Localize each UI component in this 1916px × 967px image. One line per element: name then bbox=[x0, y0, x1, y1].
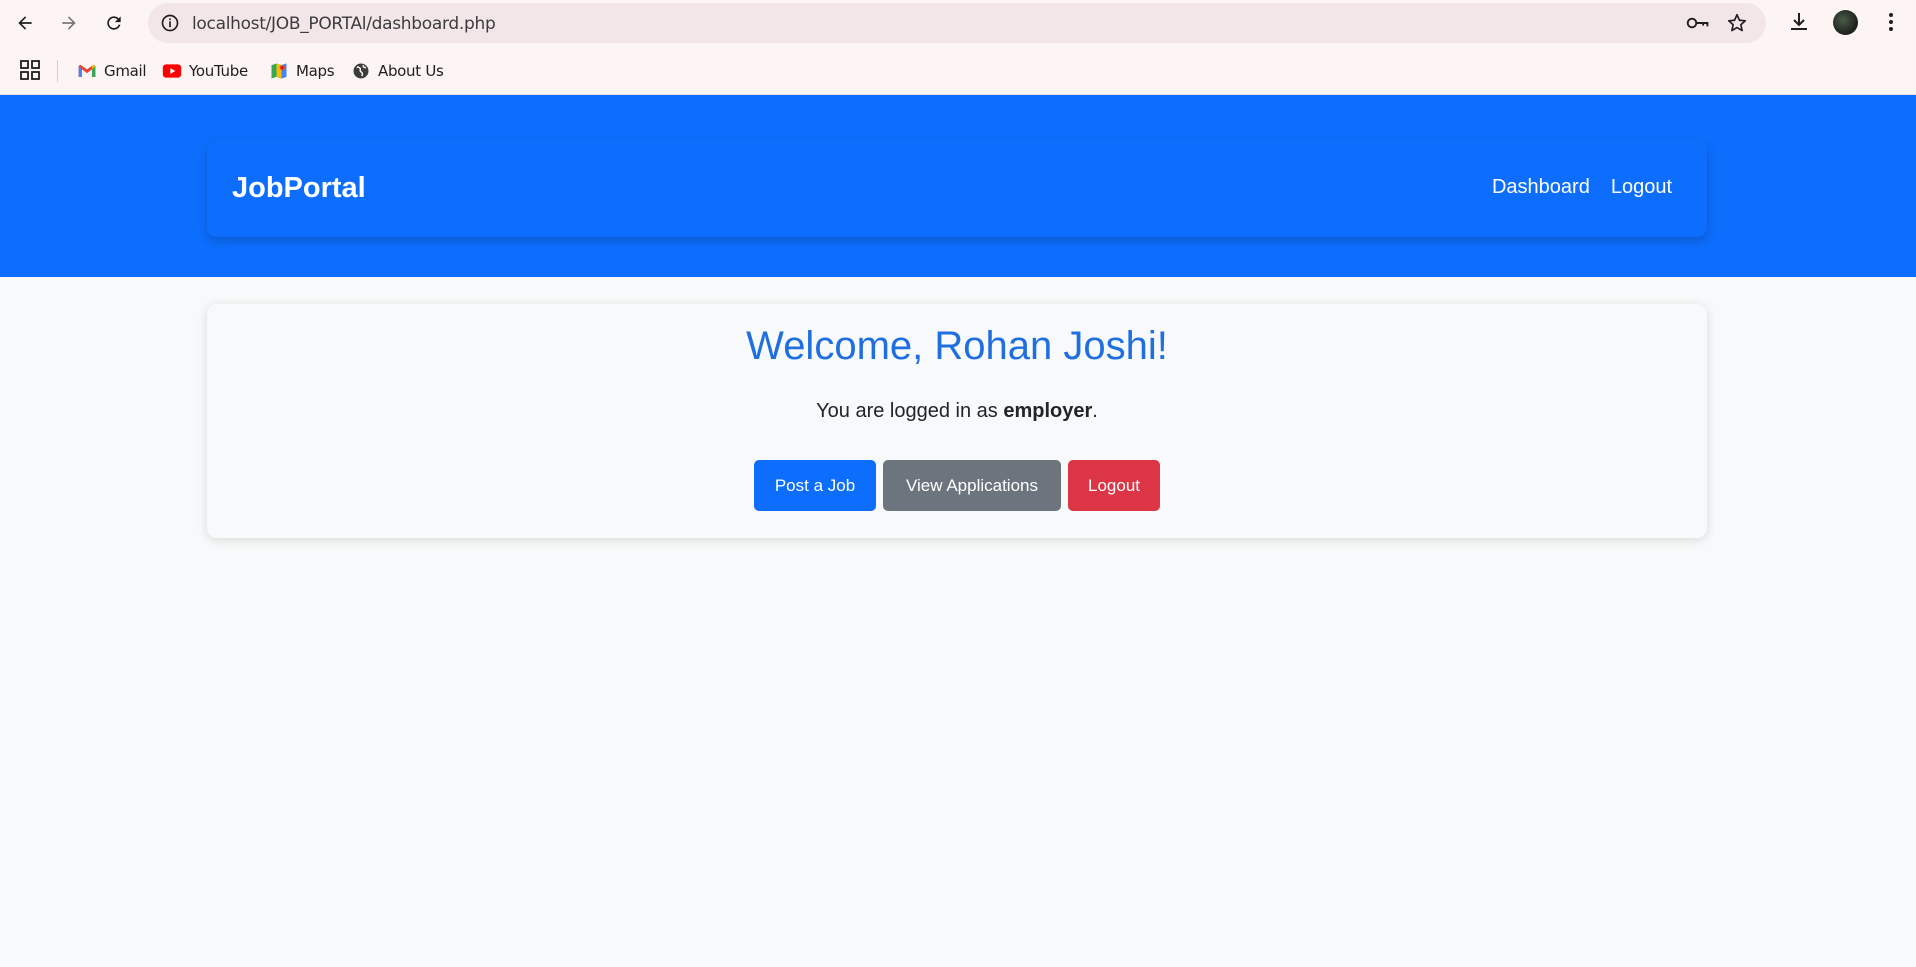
youtube-icon bbox=[162, 64, 182, 78]
bookmark-about-us[interactable]: About Us bbox=[351, 59, 444, 83]
bookmark-gmail[interactable]: Gmail bbox=[77, 59, 147, 83]
site-info-icon[interactable] bbox=[160, 13, 180, 33]
bookmark-label: About Us bbox=[378, 62, 444, 80]
maps-icon bbox=[271, 63, 287, 79]
globe-icon bbox=[353, 63, 369, 79]
download-icon[interactable] bbox=[1787, 10, 1811, 34]
bookmark-star-icon[interactable] bbox=[1726, 12, 1748, 34]
role-prefix: You are logged in as bbox=[816, 400, 1004, 422]
address-bar[interactable]: localhost/JOB_PORTAl/dashboard.php bbox=[148, 3, 1766, 43]
reload-button[interactable] bbox=[97, 6, 131, 40]
more-menu-icon[interactable] bbox=[1879, 10, 1903, 34]
bookmarks-bar: Gmail YouTube Maps About Us bbox=[0, 46, 1916, 95]
bookmark-label: Gmail bbox=[104, 62, 147, 80]
navbar: JobPortal Dashboard Logout bbox=[207, 140, 1707, 237]
forward-button[interactable] bbox=[52, 6, 86, 40]
back-button[interactable] bbox=[8, 6, 42, 40]
profile-avatar[interactable] bbox=[1833, 10, 1858, 35]
brand-logo[interactable]: JobPortal bbox=[232, 172, 366, 205]
url-text[interactable]: localhost/JOB_PORTAl/dashboard.php bbox=[192, 14, 496, 34]
view-applications-button[interactable]: View Applications bbox=[883, 460, 1061, 511]
bookmarks-divider bbox=[57, 60, 58, 82]
nav-dashboard-link[interactable]: Dashboard bbox=[1492, 176, 1590, 199]
arrow-left-icon bbox=[18, 16, 32, 30]
post-job-button[interactable]: Post a Job bbox=[754, 460, 876, 511]
arrow-right-icon bbox=[62, 16, 76, 30]
welcome-card: Welcome, Rohan Joshi! You are logged in … bbox=[207, 304, 1707, 538]
bookmark-label: YouTube bbox=[189, 62, 248, 80]
role-value: employer bbox=[1003, 400, 1093, 422]
gmail-icon bbox=[78, 64, 96, 77]
role-suffix: . bbox=[1092, 400, 1098, 422]
nav-logout-link[interactable]: Logout bbox=[1611, 176, 1672, 199]
action-buttons: Post a Job View Applications Logout bbox=[207, 460, 1707, 511]
bookmark-youtube[interactable]: YouTube bbox=[162, 59, 248, 83]
welcome-heading: Welcome, Rohan Joshi! bbox=[746, 324, 1168, 368]
bookmark-maps[interactable]: Maps bbox=[269, 59, 335, 83]
role-text: You are logged in as employer. bbox=[207, 400, 1707, 423]
page-content: JobPortal Dashboard Logout Welcome, Roha… bbox=[0, 95, 1916, 963]
apps-grid-icon[interactable] bbox=[20, 60, 40, 80]
password-key-icon[interactable] bbox=[1686, 13, 1710, 33]
reload-icon bbox=[107, 16, 121, 30]
nav-links: Dashboard Logout bbox=[1492, 176, 1672, 199]
browser-toolbar: localhost/JOB_PORTAl/dashboard.php bbox=[0, 0, 1916, 46]
bookmark-label: Maps bbox=[296, 62, 335, 80]
logout-button[interactable]: Logout bbox=[1068, 460, 1160, 511]
